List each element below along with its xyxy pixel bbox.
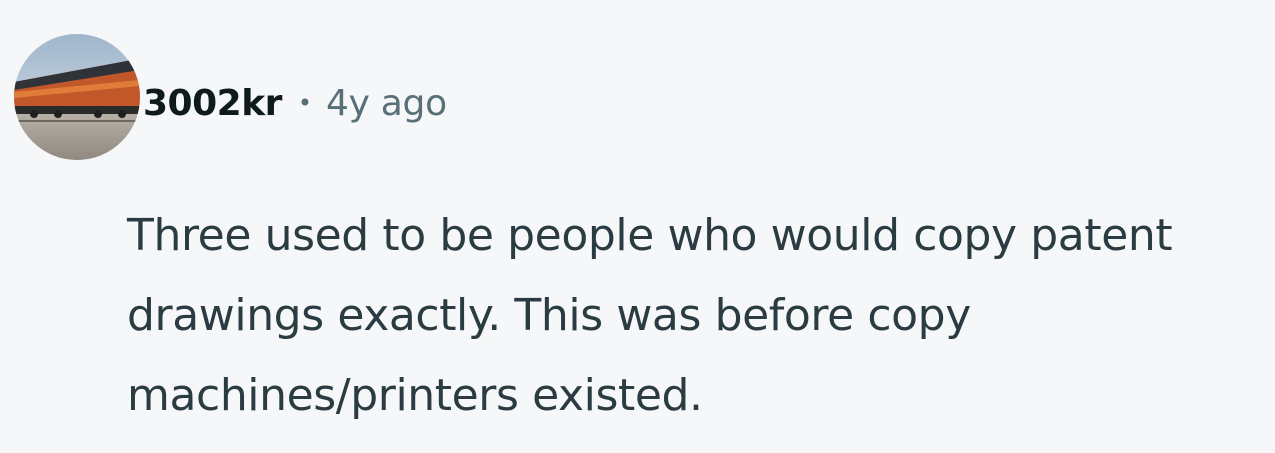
comment: 3002kr • 4y ago Three used to be people …: [0, 0, 1275, 453]
train-locomotive-photo-icon: [14, 34, 140, 160]
comment-body: Three used to be people who would copy p…: [127, 210, 1173, 421]
comment-meta: 3002kr • 4y ago: [143, 75, 447, 131]
separator-dot: •: [297, 89, 313, 117]
avatar[interactable]: [14, 34, 140, 160]
comment-timestamp: 4y ago: [326, 82, 447, 124]
author-username[interactable]: 3002kr: [143, 83, 282, 124]
